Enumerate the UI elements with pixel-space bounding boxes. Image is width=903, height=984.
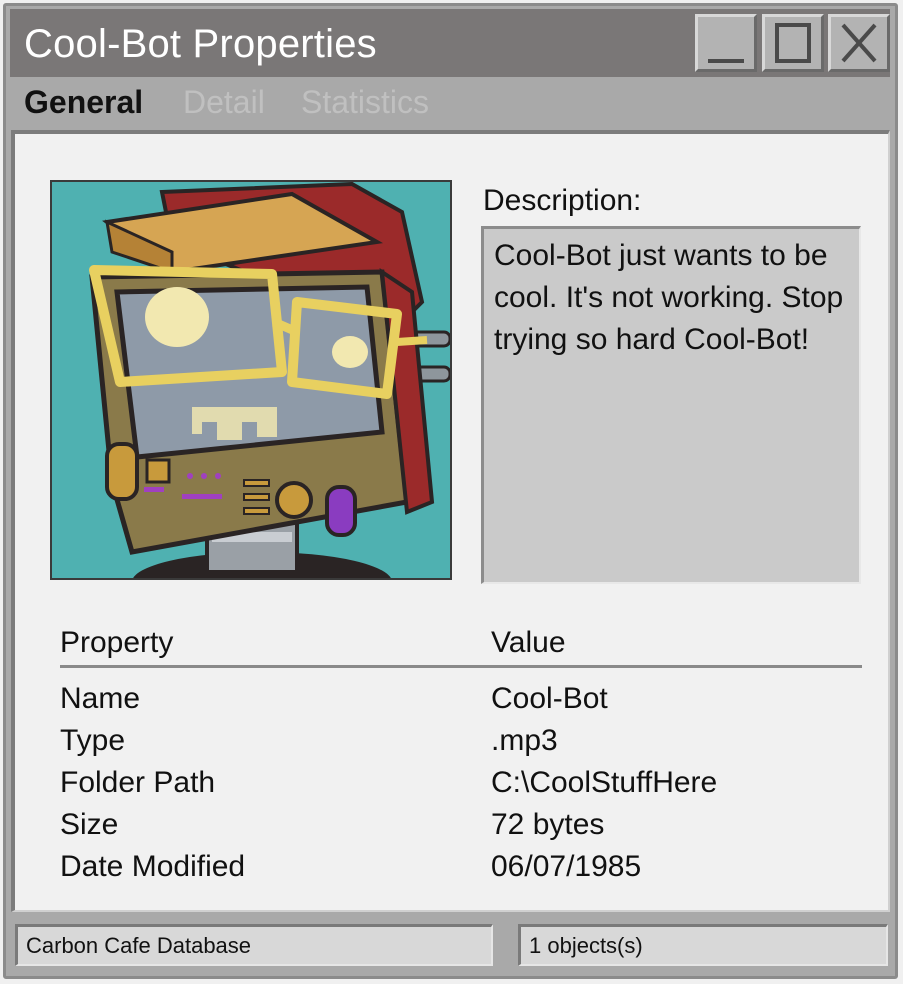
property-size-label: Size <box>60 808 119 841</box>
tab-detail[interactable]: Detail <box>183 84 265 121</box>
window-title: Cool-Bot Properties <box>24 22 377 66</box>
status-bar: Carbon Cafe Database 1 objects(s) <box>6 918 895 976</box>
preview-image <box>50 180 452 580</box>
table-row: Date Modified 06/07/1985 <box>60 850 862 892</box>
property-name-label: Name <box>60 682 141 715</box>
properties-table: Property Value Name Cool-Bot Type .mp3 F… <box>60 622 862 892</box>
table-row: Size 72 bytes <box>60 808 862 850</box>
close-button[interactable] <box>828 14 890 72</box>
property-type-value: .mp3 <box>491 724 558 757</box>
maximize-icon <box>775 23 811 63</box>
title-bar[interactable]: Cool-Bot Properties <box>10 9 890 77</box>
minimize-button[interactable] <box>695 14 757 72</box>
property-date-modified-value: 06/07/1985 <box>491 850 642 883</box>
property-folder-path-value: C:\CoolStuffHere <box>491 766 718 799</box>
minimize-icon <box>708 59 744 63</box>
column-header-property: Property <box>60 626 174 659</box>
property-name-value: Cool-Bot <box>491 682 608 715</box>
table-row: Type .mp3 <box>60 724 862 766</box>
description-text[interactable]: Cool-Bot just wants to be cool. It's not… <box>481 226 861 584</box>
general-panel: Description: Cool-Bot just wants to be c… <box>11 130 890 912</box>
property-size-value: 72 bytes <box>491 808 605 841</box>
description-label: Description: <box>483 184 642 217</box>
properties-window: Cool-Bot Properties General Detail Stati… <box>3 3 898 979</box>
table-body: Name Cool-Bot Type .mp3 Folder Path C:\C… <box>60 668 862 892</box>
cool-bot-robot-illustration <box>52 182 450 578</box>
table-row: Folder Path C:\CoolStuffHere <box>60 766 862 808</box>
property-type-label: Type <box>60 724 126 757</box>
tab-general[interactable]: General <box>24 84 143 121</box>
property-date-modified-label: Date Modified <box>60 850 246 883</box>
table-header: Property Value <box>60 622 862 668</box>
close-icon <box>841 23 877 63</box>
table-row: Name Cool-Bot <box>60 682 862 724</box>
status-database: Carbon Cafe Database <box>15 924 493 966</box>
tab-statistics[interactable]: Statistics <box>301 84 429 121</box>
status-object-count: 1 objects(s) <box>518 924 888 966</box>
column-header-value: Value <box>491 626 566 659</box>
property-folder-path-label: Folder Path <box>60 766 216 799</box>
maximize-button[interactable] <box>762 14 824 72</box>
